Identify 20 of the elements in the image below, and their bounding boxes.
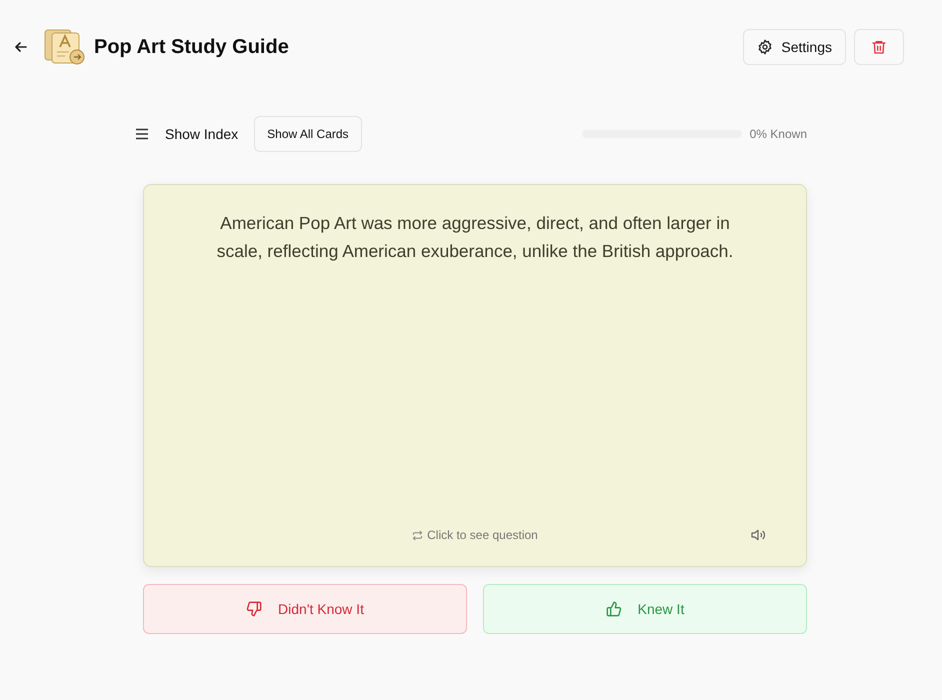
settings-button[interactable]: Settings [743,29,846,65]
show-index-button[interactable]: Show Index [135,126,238,142]
delete-button[interactable] [854,29,904,65]
flashcard-deck-icon [44,28,86,66]
progress-label: 0% Known [750,127,807,141]
card-text: American Pop Art was more aggressive, direct, and often larger in scale, reflecting American exuberance, unlike the British approach. [216,212,734,263]
thumbs-up-icon [606,601,622,617]
flashcard[interactable]: American Pop Art was more aggressive, direct, and often larger in scale, reflecting American exuberance, unlike the British approach. Click to see question [143,184,807,567]
thumbs-down-icon [246,601,262,617]
repeat-icon [412,530,424,540]
speaker-icon[interactable] [750,528,766,542]
page-title: Pop Art Study Guide [94,36,289,58]
menu-icon [135,128,149,140]
back-arrow-icon[interactable] [14,40,28,54]
settings-icon [757,39,774,55]
knew-it-button[interactable]: Knew It [483,584,807,634]
didnt-know-button[interactable]: Didn't Know It [143,584,467,634]
flip-hint[interactable]: Click to see question [412,528,538,542]
show-all-cards-button[interactable]: Show All Cards [254,116,362,152]
trash-icon [871,39,887,55]
